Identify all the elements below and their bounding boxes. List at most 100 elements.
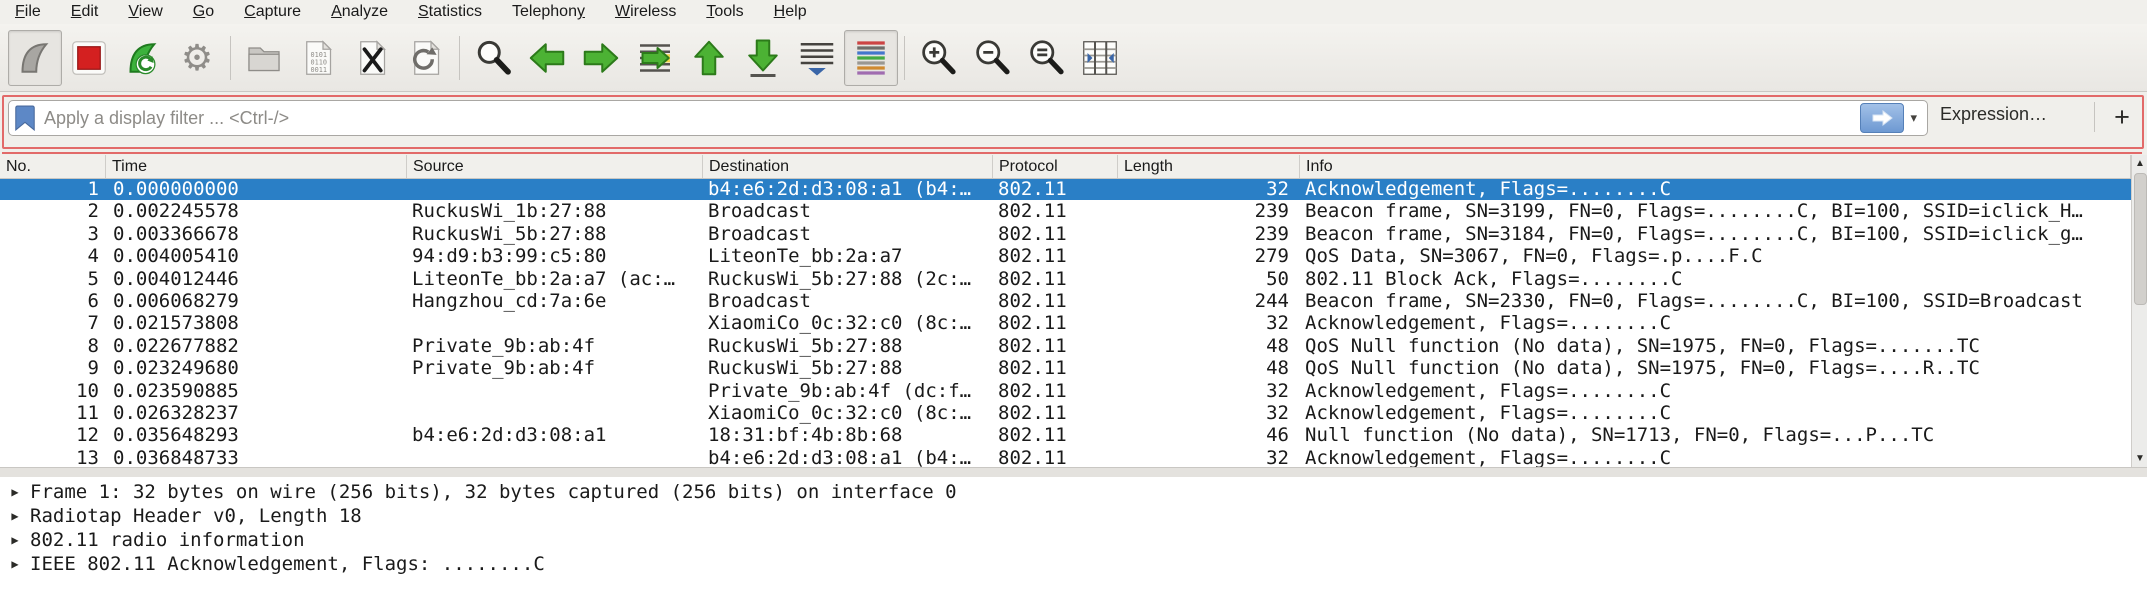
stop-capture-button[interactable] (62, 30, 116, 86)
cell-info: Beacon frame, SN=3199, FN=0, Flags=.....… (1300, 200, 2131, 222)
reload-icon (406, 38, 446, 78)
zoom-normal-button[interactable] (1019, 30, 1073, 86)
menu-edit[interactable]: Edit (56, 0, 114, 24)
cell-length: 48 (1118, 357, 1300, 379)
packet-row-7[interactable]: 70.021573808XiaomiCo_0c:32:c0 (8c:…802.1… (0, 312, 2131, 334)
detail-row-4[interactable]: ▶IEEE 802.11 Acknowledgement, Flags: ...… (0, 552, 2147, 576)
resize-columns-button[interactable] (1073, 30, 1127, 86)
packet-row-11[interactable]: 110.026328237XiaomiCo_0c:32:c0 (8c:…802.… (0, 402, 2131, 424)
first-packet-up-arrow-icon (689, 38, 729, 78)
menu-help[interactable]: Help (759, 0, 822, 24)
toolbar-separator (459, 36, 460, 80)
filter-dropdown-caret[interactable]: ▾ (1910, 110, 1917, 126)
menu-go[interactable]: Go (178, 0, 229, 24)
packet-row-5[interactable]: 50.004012446LiteonTe_bb:2a:a7 (ac:…Rucku… (0, 268, 2131, 290)
column-header-source[interactable]: Source (407, 155, 703, 178)
go-to-packet-button[interactable] (628, 30, 682, 86)
display-filter-input[interactable] (36, 107, 1860, 130)
cell-length: 239 (1118, 223, 1300, 245)
cell-source: 94:d9:b3:99:c5:80 (407, 245, 703, 267)
cell-protocol: 802.11 (993, 357, 1118, 379)
search-icon (473, 38, 513, 78)
cell-time: 0.004005410 (106, 245, 407, 267)
scroll-down-icon[interactable]: ▼ (2132, 450, 2147, 467)
expand-arrow-icon[interactable]: ▶ (0, 480, 30, 504)
display-filter-field[interactable]: ▾ (8, 100, 1928, 136)
auto-scroll-button[interactable] (790, 30, 844, 86)
cell-no: 2 (0, 200, 106, 222)
column-header-info[interactable]: Info (1300, 155, 2131, 178)
cell-info: Acknowledgement, Flags=........C (1300, 447, 2131, 467)
cell-destination: Broadcast (703, 200, 993, 222)
packet-row-12[interactable]: 120.035648293b4:e6:2d:d3:08:a118:31:bf:4… (0, 424, 2131, 446)
cell-source (407, 402, 703, 424)
packet-row-4[interactable]: 40.00400541094:d9:b3:99:c5:80LiteonTe_bb… (0, 245, 2131, 267)
reload-file-button[interactable] (399, 30, 453, 86)
cell-length: 50 (1118, 268, 1300, 290)
colorize-packets-button[interactable] (844, 30, 898, 86)
gear-icon: ⚙ (181, 40, 213, 76)
packet-row-3[interactable]: 30.003366678RuckusWi_5b:27:88Broadcast80… (0, 223, 2131, 245)
close-file-button[interactable] (345, 30, 399, 86)
cell-protocol: 802.11 (993, 447, 1118, 467)
packet-row-9[interactable]: 90.023249680Private_9b:ab:4fRuckusWi_5b:… (0, 357, 2131, 379)
packet-row-10[interactable]: 100.023590885Private_9b:ab:4f (dc:f…802.… (0, 380, 2131, 402)
expand-arrow-icon[interactable]: ▶ (0, 528, 30, 552)
detail-row-3[interactable]: ▶802.11 radio information (0, 528, 2147, 552)
zoom-in-button[interactable] (911, 30, 965, 86)
cell-protocol: 802.11 (993, 178, 1118, 200)
capture-options-button[interactable]: ⚙ (170, 30, 224, 86)
forward-arrow-icon (581, 38, 621, 78)
cell-destination: RuckusWi_5b:27:88 (703, 357, 993, 379)
menu-telephony[interactable]: Telephony (497, 0, 600, 24)
expand-arrow-icon[interactable]: ▶ (0, 504, 30, 528)
column-header-destination[interactable]: Destination (703, 155, 993, 178)
filter-bookmark-icon[interactable] (14, 105, 36, 131)
cell-protocol: 802.11 (993, 312, 1118, 334)
go-last-packet-button[interactable] (736, 30, 790, 86)
cell-length: 279 (1118, 245, 1300, 267)
cell-length: 32 (1118, 380, 1300, 402)
main-toolbar: ⚙ 010101100011 (0, 24, 2147, 92)
apply-filter-button[interactable] (1860, 103, 1904, 133)
scroll-up-icon[interactable]: ▲ (2132, 155, 2147, 172)
save-file-button[interactable]: 010101100011 (291, 30, 345, 86)
zoom-out-button[interactable] (965, 30, 1019, 86)
menu-capture[interactable]: Capture (229, 0, 316, 24)
menu-statistics[interactable]: Statistics (403, 0, 497, 24)
open-file-button[interactable] (237, 30, 291, 86)
find-packet-button[interactable] (466, 30, 520, 86)
column-header-time[interactable]: Time (106, 155, 407, 178)
packet-list-scrollbar[interactable]: ▲ ▼ (2131, 155, 2147, 467)
back-arrow-icon (527, 38, 567, 78)
go-back-button[interactable] (520, 30, 574, 86)
cell-time: 0.002245578 (106, 200, 407, 222)
menu-file[interactable]: File (0, 0, 56, 24)
cell-info: QoS Null function (No data), SN=1975, FN… (1300, 335, 2131, 357)
cell-destination: XiaomiCo_0c:32:c0 (8c:… (703, 402, 993, 424)
packet-row-13[interactable]: 130.036848733b4:e6:2d:d3:08:a1 (b4:…802.… (0, 447, 2131, 467)
detail-row-2[interactable]: ▶Radiotap Header v0, Length 18 (0, 504, 2147, 528)
go-forward-button[interactable] (574, 30, 628, 86)
menu-wireless[interactable]: Wireless (600, 0, 691, 24)
scrollbar-thumb[interactable] (2134, 173, 2147, 305)
detail-row-1[interactable]: ▶Frame 1: 32 bytes on wire (256 bits), 3… (0, 480, 2147, 504)
packet-row-6[interactable]: 60.006068279Hangzhou_cd:7a:6eBroadcast80… (0, 290, 2131, 312)
restart-capture-button[interactable] (116, 30, 170, 86)
go-first-packet-button[interactable] (682, 30, 736, 86)
cell-length: 48 (1118, 335, 1300, 357)
packet-row-8[interactable]: 80.022677882Private_9b:ab:4fRuckusWi_5b:… (0, 335, 2131, 357)
column-header-no[interactable]: No. (0, 155, 106, 178)
cell-no: 10 (0, 380, 106, 402)
column-header-protocol[interactable]: Protocol (993, 155, 1118, 178)
menu-tools[interactable]: Tools (691, 0, 758, 24)
column-header-length[interactable]: Length (1118, 155, 1300, 178)
start-capture-button[interactable] (8, 30, 62, 86)
menu-analyze[interactable]: Analyze (316, 0, 403, 24)
expression-button[interactable]: Expression… (1940, 104, 2047, 125)
add-filter-button[interactable]: + (2104, 96, 2140, 138)
expand-arrow-icon[interactable]: ▶ (0, 552, 30, 576)
packet-row-2[interactable]: 20.002245578RuckusWi_1b:27:88Broadcast80… (0, 200, 2131, 222)
packet-row-1[interactable]: 10.000000000b4:e6:2d:d3:08:a1 (b4:…802.1… (0, 178, 2131, 200)
menu-view[interactable]: View (113, 0, 177, 24)
